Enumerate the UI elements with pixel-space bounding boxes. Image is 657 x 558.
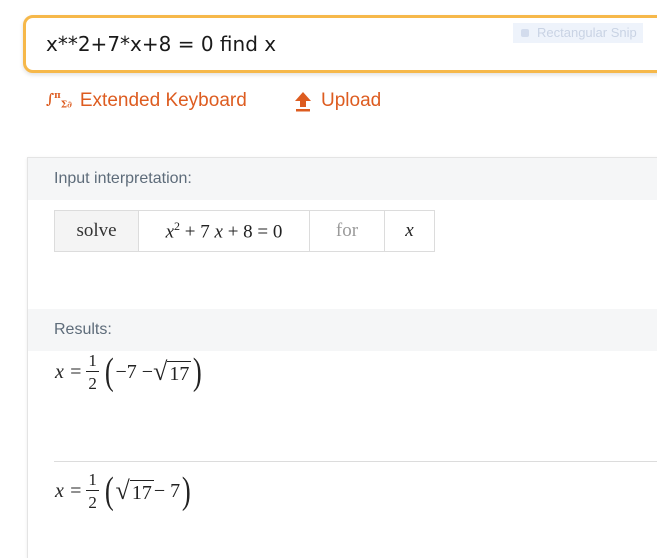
result-term: −7 −	[115, 360, 154, 383]
extended-keyboard-button[interactable]: ∫πΣ∂ Extended Keyboard	[46, 90, 247, 112]
sqrt-symbol: √ 17	[115, 476, 154, 505]
results-header: Results:	[28, 309, 657, 351]
result-item: x = 1 2 ( √ 17 − 7 )	[55, 471, 193, 511]
results-panel: Input interpretation: solve x2 + 7 x + 8…	[27, 157, 657, 558]
math-symbols-icon: ∫πΣ∂	[46, 90, 72, 111]
result-divider	[54, 461, 657, 462]
upload-label: Upload	[321, 90, 382, 111]
interpretation-table: solve x2 + 7 x + 8 = 0 for x	[54, 210, 435, 252]
search-box[interactable]: x**2+7*x+8 = 0 find x Rectangular Snip	[23, 15, 657, 73]
interpretation-variable: x	[384, 210, 435, 252]
left-paren: (	[104, 351, 114, 393]
snip-icon	[521, 29, 529, 37]
interpretation-equation: x2 + 7 x + 8 = 0	[138, 210, 310, 252]
result-lhs: x =	[55, 479, 83, 502]
interpretation-for: for	[309, 210, 385, 252]
snip-label: Rectangular Snip	[537, 25, 637, 40]
extended-keyboard-label: Extended Keyboard	[79, 90, 247, 111]
result-fraction: 1 2	[86, 351, 99, 393]
right-paren: )	[181, 470, 191, 512]
sqrt-symbol: √ 17	[153, 357, 192, 386]
upload-arrow-icon	[295, 92, 311, 112]
search-input[interactable]: x**2+7*x+8 = 0 find x	[46, 32, 276, 56]
upload-button[interactable]: Upload	[293, 90, 381, 112]
result-lhs: x =	[55, 360, 83, 383]
result-item: x = 1 2 ( −7 − √ 17 )	[55, 352, 204, 392]
input-interpretation-header: Input interpretation:	[28, 158, 657, 200]
result-fraction: 1 2	[86, 470, 99, 512]
left-paren: (	[104, 470, 114, 512]
interpretation-verb: solve	[54, 210, 139, 252]
right-paren: )	[193, 351, 203, 393]
snip-overlay: Rectangular Snip	[513, 23, 643, 43]
result-term: − 7	[153, 479, 181, 502]
